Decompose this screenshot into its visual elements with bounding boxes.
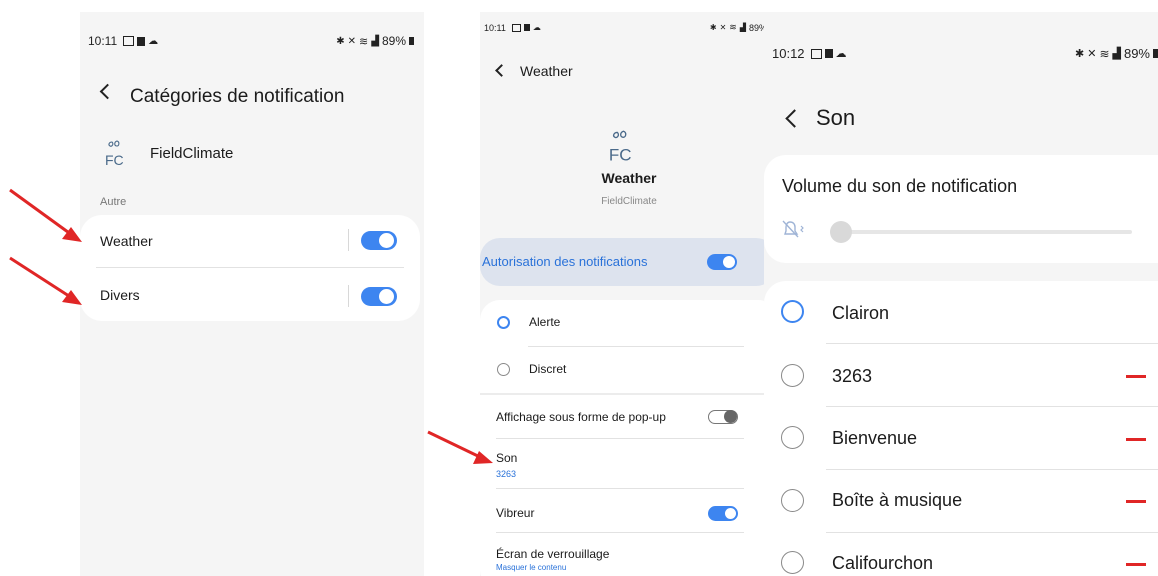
red-arrow-icon <box>9 256 82 305</box>
annotation-arrows <box>9 188 493 464</box>
red-arrow-icon <box>9 188 82 242</box>
red-arrow-icon <box>427 430 493 464</box>
